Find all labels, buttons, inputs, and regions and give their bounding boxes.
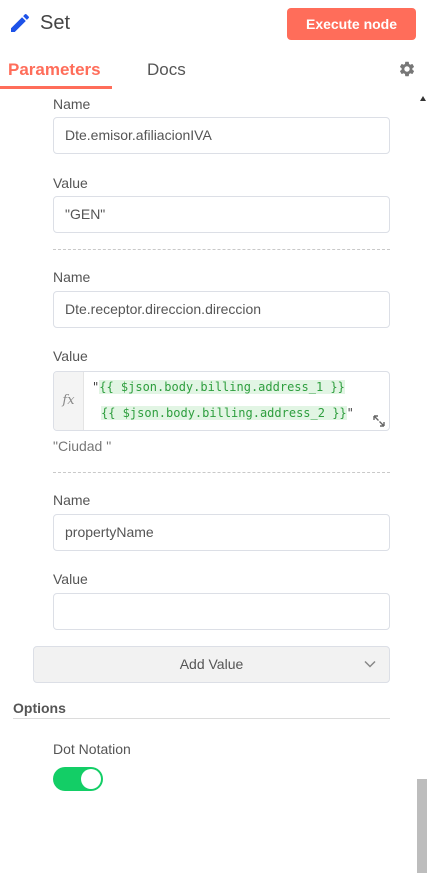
execute-node-button[interactable]: Execute node	[287, 8, 416, 40]
divider	[53, 249, 390, 250]
name-label: Name	[53, 269, 91, 285]
gear-icon[interactable]	[398, 60, 416, 78]
value-input[interactable]	[53, 593, 390, 630]
chevron-down-icon	[364, 660, 376, 668]
value-label: Value	[53, 175, 88, 191]
tab-bar: Parameters Docs	[0, 48, 427, 90]
value-input[interactable]: "GEN"	[53, 196, 390, 233]
expand-icon[interactable]	[371, 413, 387, 429]
toggle-knob	[81, 769, 101, 789]
value-label: Value	[53, 571, 88, 587]
divider	[53, 472, 390, 473]
expression-code: {{ $json.body.billing.address_1 }}	[99, 380, 345, 394]
expression-code: {{ $json.body.billing.address_2 }}	[101, 406, 347, 420]
options-heading: Options	[13, 700, 66, 716]
expression-line-1: "{{ $json.body.billing.address_1 }}	[92, 380, 345, 394]
expression-quote: "	[346, 406, 354, 420]
name-input[interactable]: Dte.emisor.afiliacionIVA	[53, 117, 390, 154]
scroll-up-arrow-icon[interactable]	[420, 96, 426, 101]
tab-parameters[interactable]: Parameters	[8, 60, 101, 80]
expression-continuation: "Ciudad "	[53, 438, 112, 454]
name-input[interactable]: propertyName	[53, 514, 390, 551]
active-tab-indicator	[0, 86, 112, 89]
expression-value-field[interactable]: fx "{{ $json.body.billing.address_1 }} {…	[53, 371, 390, 431]
tab-docs[interactable]: Docs	[147, 60, 186, 80]
add-value-dropdown[interactable]: Add Value	[33, 646, 390, 683]
scrollbar-track[interactable]	[415, 90, 427, 873]
name-input[interactable]: Dte.receptor.direccion.direccion	[53, 291, 390, 328]
expression-line-2: {{ $json.body.billing.address_2 }}"	[101, 406, 354, 420]
node-header: Set Execute node	[0, 0, 427, 48]
name-label: Name	[53, 96, 91, 112]
pencil-icon	[11, 13, 30, 33]
options-divider	[13, 718, 390, 719]
node-title: Set	[40, 12, 71, 34]
value-label: Value	[53, 348, 88, 364]
dot-notation-toggle[interactable]	[53, 767, 103, 791]
name-label: Name	[53, 492, 91, 508]
scrollbar-thumb[interactable]	[417, 779, 427, 873]
dot-notation-label: Dot Notation	[53, 741, 131, 757]
fx-icon: fx	[54, 372, 84, 430]
